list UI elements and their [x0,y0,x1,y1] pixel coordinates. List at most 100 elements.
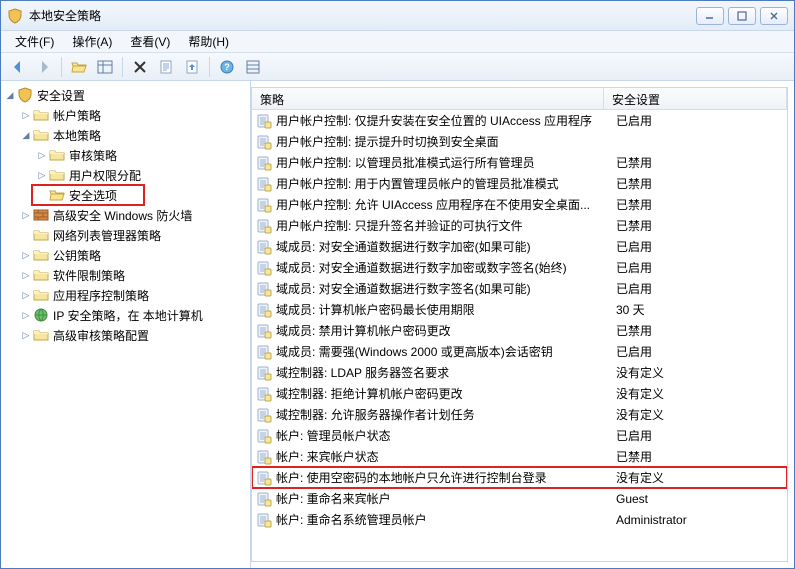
menubar: 文件(F) 操作(A) 查看(V) 帮助(H) [1,31,794,53]
policy-name: 用户帐户控制: 允许 UIAccess 应用程序在不使用安全桌面... [276,196,616,213]
toolbar [1,53,794,81]
tree-item[interactable]: ▷ IP 安全策略，在 本地计算机 [1,305,250,325]
forward-button[interactable] [33,56,55,78]
policy-setting: 已禁用 [616,175,783,192]
policy-setting: 没有定义 [616,469,783,486]
policy-row[interactable]: 域控制器: 允许服务器操作者计划任务 没有定义 [252,404,787,425]
policy-row[interactable]: 用户帐户控制: 提示提升时切换到安全桌面 [252,131,787,152]
policy-name: 用户帐户控制: 用于内置管理员帐户的管理员批准模式 [276,175,616,192]
tree-item-label: IP 安全策略，在 本地计算机 [53,307,203,324]
properties-button[interactable] [155,56,177,78]
tree-item[interactable]: ▷ 公钥策略 [1,245,250,265]
ip-icon [33,307,49,323]
chevron-right-icon[interactable]: ▷ [19,308,33,322]
tree-item[interactable]: ▷ 应用程序控制策略 [1,285,250,305]
menu-action[interactable]: 操作(A) [64,31,120,52]
policy-name: 用户帐户控制: 以管理员批准模式运行所有管理员 [276,154,616,171]
policy-row[interactable]: 域成员: 对安全通道数据进行数字签名(如果可能) 已启用 [252,278,787,299]
policy-setting: Administrator [616,513,783,527]
app-icon [7,8,23,24]
chevron-right-icon[interactable]: ▷ [19,268,33,282]
tree-item[interactable]: ▷ 高级安全 Windows 防火墙 [1,205,250,225]
policy-icon [256,428,272,444]
policy-row[interactable]: 域成员: 禁用计算机帐户密码更改 已禁用 [252,320,787,341]
policy-setting: Guest [616,492,783,506]
menu-view[interactable]: 查看(V) [122,31,178,52]
panes-button[interactable] [94,56,116,78]
delete-button[interactable] [129,56,151,78]
tree-root-node[interactable]: ◢ 安全设置 [1,85,250,105]
maximize-button[interactable] [728,7,756,25]
menu-help[interactable]: 帮助(H) [180,31,237,52]
tree-item-label: 公钥策略 [53,247,101,264]
tree-item[interactable]: ▷ 帐户策略 [1,105,250,125]
policy-row[interactable]: 域成员: 对安全通道数据进行数字加密或数字签名(始终) 已启用 [252,257,787,278]
policy-icon [256,155,272,171]
policy-setting: 已启用 [616,112,783,129]
chevron-right-icon[interactable]: ▷ [19,208,33,222]
back-button[interactable] [7,56,29,78]
folder-icon [33,107,49,123]
tree-pane[interactable]: ◢ 安全设置 ▷ 帐户策略 ◢ 本地策略 ▷ 审核策略 ▷ 用户权限分配 安全选… [1,81,251,568]
tree-item-label: 高级审核策略配置 [53,327,149,344]
tree-item-label: 本地策略 [53,127,101,144]
policy-row[interactable]: 用户帐户控制: 只提升签名并验证的可执行文件 已禁用 [252,215,787,236]
export-button[interactable] [181,56,203,78]
column-policy[interactable]: 策略 [252,88,604,109]
policy-row[interactable]: 域控制器: LDAP 服务器签名要求 没有定义 [252,362,787,383]
tree-item[interactable]: ◢ 本地策略 [1,125,250,145]
policy-row[interactable]: 帐户: 重命名系统管理员帐户 Administrator [252,509,787,530]
policy-name: 域成员: 对安全通道数据进行数字加密(如果可能) [276,238,616,255]
tree-item-label: 审核策略 [69,147,117,164]
close-button[interactable] [760,7,788,25]
tree-item[interactable]: ▷ 审核策略 [1,145,250,165]
policy-row[interactable]: 用户帐户控制: 用于内置管理员帐户的管理员批准模式 已禁用 [252,173,787,194]
policy-row[interactable]: 用户帐户控制: 以管理员批准模式运行所有管理员 已禁用 [252,152,787,173]
content-body: ◢ 安全设置 ▷ 帐户策略 ◢ 本地策略 ▷ 审核策略 ▷ 用户权限分配 安全选… [1,81,794,568]
chevron-down-icon[interactable]: ◢ [3,88,17,102]
policy-row[interactable]: 用户帐户控制: 仅提升安装在安全位置的 UIAccess 应用程序 已启用 [252,110,787,131]
minimize-button[interactable] [696,7,724,25]
tree-item[interactable]: 网络列表管理器策略 [1,225,250,245]
chevron-right-icon[interactable]: ▷ [19,108,33,122]
list-button[interactable] [242,56,264,78]
policy-row[interactable]: 域控制器: 拒绝计算机帐户密码更改 没有定义 [252,383,787,404]
policy-row[interactable]: 帐户: 管理员帐户状态 已启用 [252,425,787,446]
policy-icon [256,239,272,255]
tree-item[interactable]: 安全选项 [1,185,250,205]
policy-row[interactable]: 用户帐户控制: 允许 UIAccess 应用程序在不使用安全桌面... 已禁用 [252,194,787,215]
up-button[interactable] [68,56,90,78]
policy-icon [256,344,272,360]
policy-setting: 已禁用 [616,196,783,213]
policy-row[interactable]: 域成员: 对安全通道数据进行数字加密(如果可能) 已启用 [252,236,787,257]
chevron-down-icon[interactable]: ◢ [19,128,33,142]
policy-name: 帐户: 重命名系统管理员帐户 [276,511,616,528]
policy-setting: 已禁用 [616,217,783,234]
menu-file[interactable]: 文件(F) [7,31,62,52]
policy-icon [256,260,272,276]
policy-row[interactable]: 帐户: 重命名来宾帐户 Guest [252,488,787,509]
policy-icon [256,197,272,213]
policy-row[interactable]: 帐户: 来宾帐户状态 已禁用 [252,446,787,467]
chevron-right-icon[interactable]: ▷ [35,148,49,162]
tree: ◢ 安全设置 ▷ 帐户策略 ◢ 本地策略 ▷ 审核策略 ▷ 用户权限分配 安全选… [1,85,250,345]
policy-row[interactable]: 域成员: 计算机帐户密码最长使用期限 30 天 [252,299,787,320]
list-pane: 策略 安全设置 用户帐户控制: 仅提升安装在安全位置的 UIAccess 应用程… [251,87,788,562]
chevron-right-icon[interactable]: ▷ [35,168,49,182]
tree-item[interactable]: ▷ 软件限制策略 [1,265,250,285]
tree-item[interactable]: ▷ 高级审核策略配置 [1,325,250,345]
policy-icon [256,365,272,381]
policy-row[interactable]: 帐户: 使用空密码的本地帐户只允许进行控制台登录 没有定义 [252,467,787,488]
column-setting[interactable]: 安全设置 [604,88,787,109]
chevron-right-icon[interactable]: ▷ [19,248,33,262]
policy-icon [256,218,272,234]
chevron-right-icon[interactable]: ▷ [19,288,33,302]
list-body[interactable]: 用户帐户控制: 仅提升安装在安全位置的 UIAccess 应用程序 已启用 用户… [252,110,787,561]
tree-item[interactable]: ▷ 用户权限分配 [1,165,250,185]
folder-icon [49,147,65,163]
help-button[interactable] [216,56,238,78]
policy-icon [256,470,272,486]
policy-row[interactable]: 域成员: 需要强(Windows 2000 或更高版本)会话密钥 已启用 [252,341,787,362]
folder-icon [33,287,49,303]
chevron-right-icon[interactable]: ▷ [19,328,33,342]
